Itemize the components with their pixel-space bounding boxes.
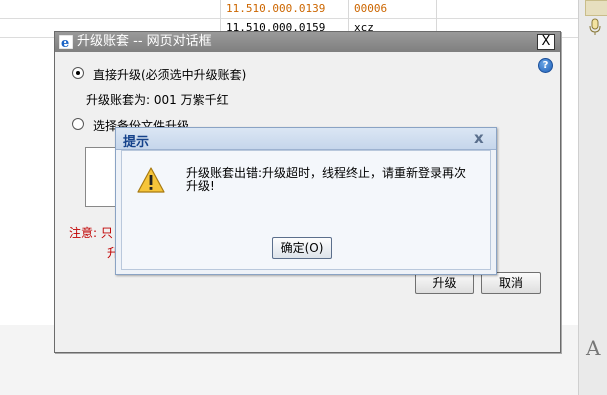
font-size-icon[interactable]: A: [586, 336, 600, 360]
side-panel: A: [578, 0, 607, 395]
option-direct-label[interactable]: 直接升级(必须选中升级账套): [93, 66, 246, 83]
microphone-icon[interactable]: [587, 18, 603, 36]
message-box-title: 提示: [123, 135, 150, 150]
message-box: 提示 x 升级账套出错:升级超时，线程终止，请重新登录再次升级! 确定(O): [115, 127, 497, 275]
note-text: 注意: 只: [69, 226, 113, 240]
table-row[interactable]: 11.510.000.0139 00006: [0, 0, 578, 19]
upgrade-button[interactable]: 升级: [415, 272, 474, 294]
side-panel-button[interactable]: [585, 0, 607, 16]
help-icon[interactable]: ?: [538, 58, 553, 73]
radio-selected-dot: [76, 71, 80, 75]
upgrade-target-text: 升级账套为: 001 万紫千红: [86, 93, 229, 107]
message-box-body: 升级账套出错:升级超时，线程终止，请重新登录再次升级! 确定(O): [121, 150, 491, 270]
dialog-close-button[interactable]: X: [537, 34, 555, 50]
message-box-close-button[interactable]: x: [474, 129, 484, 147]
warning-icon: [137, 167, 165, 193]
dialog-title: 升级账套 -- 网页对话框: [77, 34, 212, 49]
radio-direct-upgrade[interactable]: [72, 67, 84, 79]
radio-file-upgrade[interactable]: [72, 118, 84, 130]
table-cell-code: 11.510.000.0139: [226, 2, 326, 15]
error-message: 升级账套出错:升级超时，线程终止，请重新登录再次升级!: [186, 166, 467, 193]
dialog-titlebar[interactable]: e 升级账套 -- 网页对话框 X: [55, 32, 560, 52]
ie-icon: e: [59, 35, 73, 49]
message-box-titlebar[interactable]: 提示 x: [116, 128, 496, 150]
cancel-button[interactable]: 取消: [481, 272, 541, 294]
table-cell-value: 00006: [354, 2, 388, 15]
svg-text:e: e: [61, 36, 69, 49]
ok-button[interactable]: 确定(O): [272, 237, 332, 259]
